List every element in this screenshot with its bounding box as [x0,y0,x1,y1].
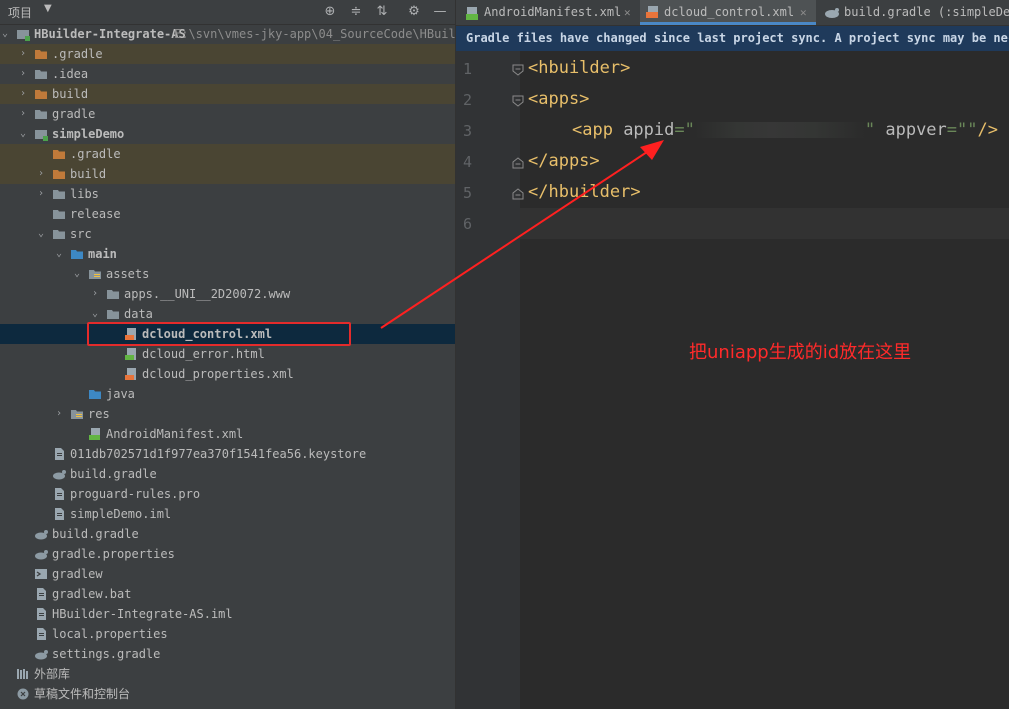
annotation-arrow [380,140,664,329]
